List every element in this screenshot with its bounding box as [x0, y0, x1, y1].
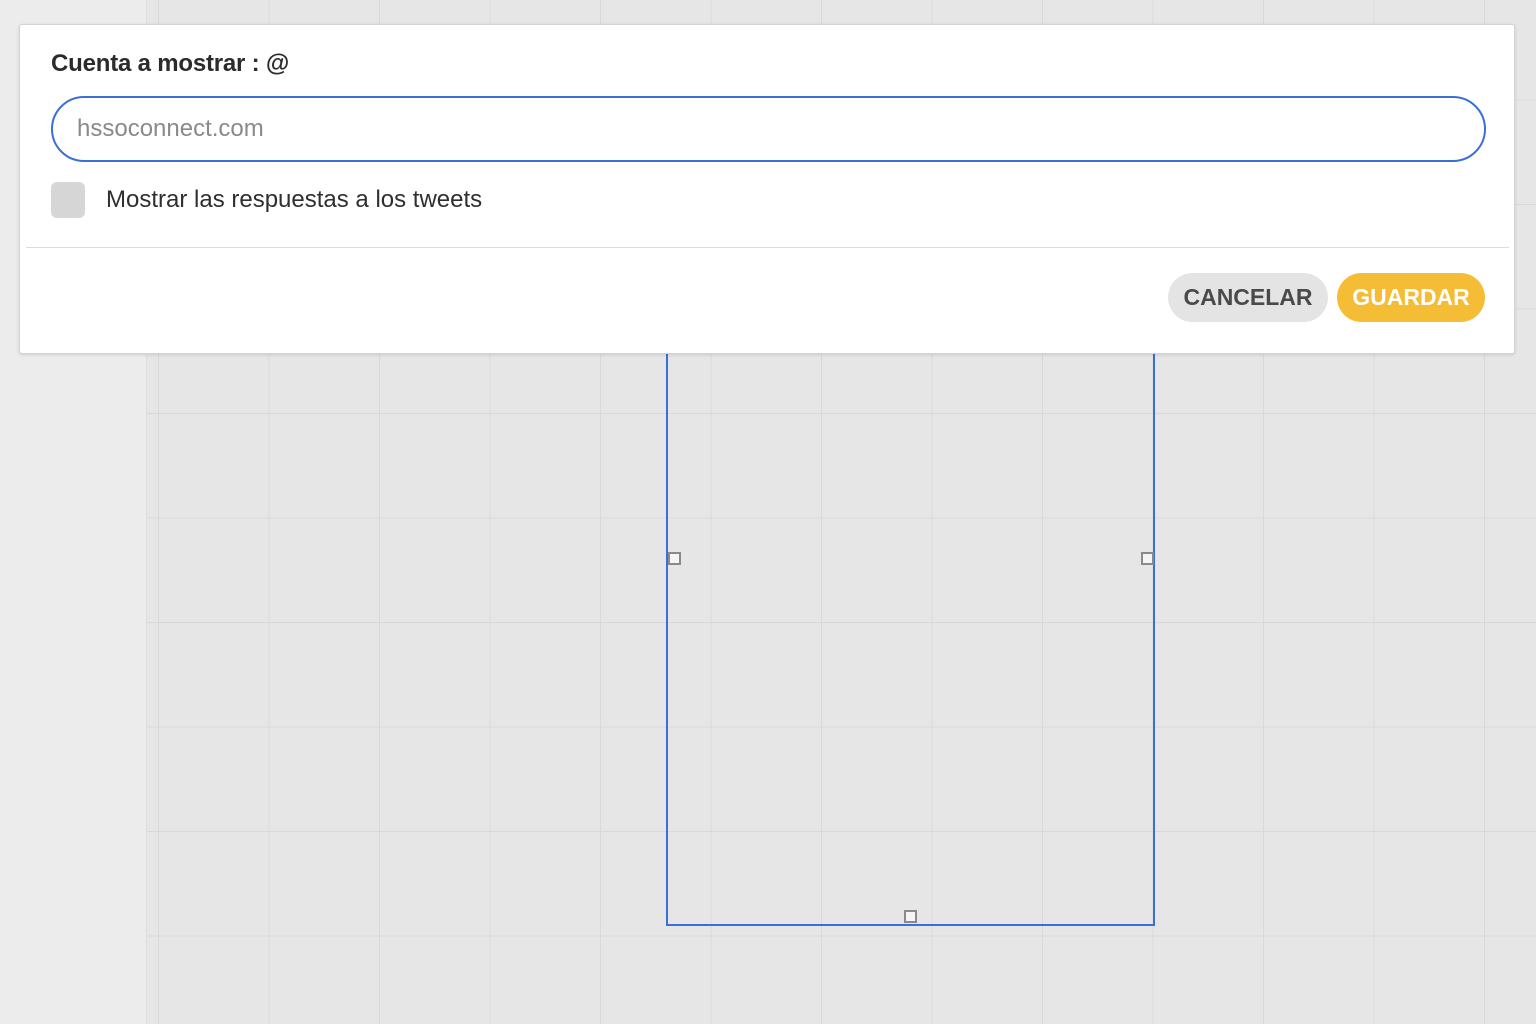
resize-handle-left-icon[interactable] — [668, 552, 681, 565]
dialog-divider — [26, 247, 1509, 248]
show-replies-label: Mostrar las respuestas a los tweets — [106, 186, 483, 213]
save-button[interactable]: GUARDAR — [1337, 273, 1485, 322]
account-label: Cuenta a mostrar : @ — [51, 50, 290, 77]
account-input[interactable] — [51, 96, 1486, 162]
cancel-button[interactable]: CANCELAR — [1168, 273, 1328, 322]
show-replies-checkbox[interactable] — [51, 182, 85, 218]
selected-widget-frame[interactable] — [666, 300, 1155, 926]
twitter-settings-dialog: Cuenta a mostrar : @ Mostrar las respues… — [19, 24, 1515, 354]
resize-handle-right-icon[interactable] — [1141, 552, 1154, 565]
resize-handle-bottom-icon[interactable] — [904, 910, 917, 923]
